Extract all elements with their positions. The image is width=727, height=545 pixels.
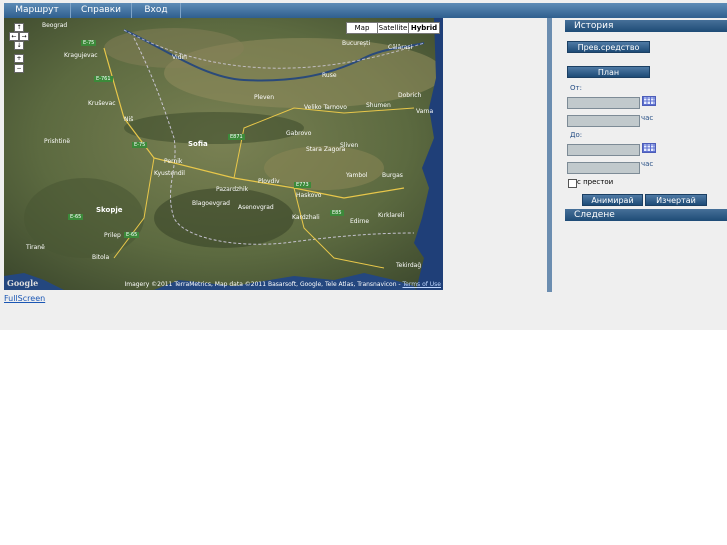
- city-label: Dobrich: [398, 92, 422, 99]
- road-badge: E871: [228, 134, 245, 140]
- city-label: Pernik: [164, 158, 183, 165]
- nav-item-login[interactable]: Вход: [132, 3, 181, 18]
- city-label: Shumen: [366, 102, 391, 109]
- zoom-in-icon[interactable]: +: [14, 54, 24, 63]
- tracking-header[interactable]: Следене: [565, 209, 727, 221]
- city-label: Asenovgrad: [238, 204, 274, 211]
- fullscreen-link[interactable]: FullScreen: [4, 294, 45, 303]
- city-label: Yambol: [346, 172, 368, 179]
- city-label: Edirne: [350, 218, 370, 225]
- city-label: Varna: [416, 108, 434, 115]
- from-label: От:: [570, 84, 582, 92]
- history-header[interactable]: История: [565, 20, 727, 32]
- to-date-input[interactable]: [567, 144, 640, 156]
- city-label: Gabrovo: [286, 130, 312, 137]
- map-type-map-button[interactable]: Map: [346, 22, 378, 34]
- main-navbar: Маршрут Справки Вход: [4, 3, 727, 18]
- city-label: Pleven: [254, 94, 275, 101]
- city-label: Ruse: [322, 72, 337, 79]
- google-logo: Google: [7, 278, 39, 288]
- map-attribution: Imagery ©2011 TerraMetrics, Map data ©20…: [124, 281, 441, 288]
- city-label: Călărași: [388, 44, 413, 51]
- city-label: Niš: [124, 116, 134, 123]
- to-time-input[interactable]: [567, 162, 640, 174]
- to-label: До:: [570, 131, 583, 139]
- pan-left-icon[interactable]: ←: [9, 32, 19, 41]
- map-view[interactable]: Beograd București Călărași Vidin Kraguje…: [4, 18, 443, 290]
- to-calendar-icon[interactable]: [642, 143, 656, 153]
- city-label: București: [342, 40, 371, 47]
- map-type-hybrid-button[interactable]: Hybrid: [408, 22, 440, 34]
- draw-button[interactable]: Изчертай: [645, 194, 707, 206]
- nav-item-reports[interactable]: Справки: [71, 3, 132, 18]
- city-label: Skopje: [96, 206, 123, 214]
- terms-of-use-link[interactable]: Terms of Use: [403, 281, 441, 288]
- stops-checkbox[interactable]: [568, 179, 577, 188]
- road-badge: E-65: [68, 214, 84, 220]
- map-type-satellite-button[interactable]: Satellite: [377, 22, 409, 34]
- city-label: Kyustendil: [154, 170, 185, 177]
- city-label: Sofia: [188, 140, 208, 148]
- zoom-out-icon[interactable]: −: [14, 64, 24, 73]
- vehicle-button[interactable]: Прев.средство: [567, 41, 650, 53]
- city-label: Tiranë: [26, 244, 45, 251]
- from-time-input[interactable]: [567, 115, 640, 127]
- nav-item-route[interactable]: Маршрут: [4, 3, 71, 18]
- city-label: Pazardzhik: [216, 186, 249, 193]
- from-date-input[interactable]: [567, 97, 640, 109]
- road-badge: E773: [294, 182, 311, 188]
- from-hour-unit: час: [641, 114, 654, 122]
- pan-down-icon[interactable]: ↓: [14, 41, 24, 50]
- road-badge: E85: [330, 210, 344, 216]
- pan-right-icon[interactable]: →: [19, 32, 29, 41]
- from-calendar-icon[interactable]: [642, 96, 656, 106]
- to-hour-unit: час: [641, 160, 654, 168]
- city-label: Kardzhali: [292, 214, 320, 221]
- panel-splitter[interactable]: [547, 18, 552, 292]
- road-badge: E-65: [124, 232, 140, 238]
- city-label: Bitola: [92, 254, 110, 261]
- city-label: Kruševac: [88, 100, 116, 107]
- city-label: Plovdiv: [258, 178, 280, 185]
- city-label: Sliven: [340, 142, 359, 149]
- city-label: Prilep: [104, 232, 121, 239]
- stops-label: с престои: [577, 178, 614, 186]
- road-badge: E-75: [132, 142, 148, 148]
- plan-button[interactable]: План: [567, 66, 650, 78]
- city-label: Blagoevgrad: [192, 200, 230, 207]
- city-label: Burgas: [382, 172, 403, 179]
- city-label: Tekirdağ: [396, 262, 422, 269]
- road-badge: E-75: [81, 40, 97, 46]
- animate-button[interactable]: Анимирай: [582, 194, 643, 206]
- city-label: Kırklareli: [378, 212, 405, 219]
- road-badge: E-761: [94, 76, 113, 82]
- city-label: Veliko Tarnovo: [304, 104, 347, 111]
- city-label: Prishtinë: [44, 138, 71, 145]
- city-label: Beograd: [42, 22, 68, 29]
- city-label: Kragujevac: [64, 52, 98, 59]
- city-label: Vidin: [172, 54, 187, 61]
- city-label: Haskovo: [296, 192, 322, 199]
- attribution-text: Imagery ©2011 TerraMetrics, Map data ©20…: [124, 281, 401, 288]
- pan-up-icon[interactable]: ↑: [14, 23, 24, 32]
